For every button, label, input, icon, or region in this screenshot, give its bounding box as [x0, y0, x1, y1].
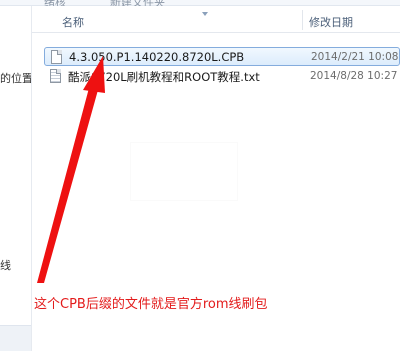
arrow-shaft: [37, 88, 98, 283]
annotation-caption: 这个CPB后缀的文件就是官方rom线刷包: [34, 297, 268, 312]
arrow-head: [83, 56, 105, 93]
